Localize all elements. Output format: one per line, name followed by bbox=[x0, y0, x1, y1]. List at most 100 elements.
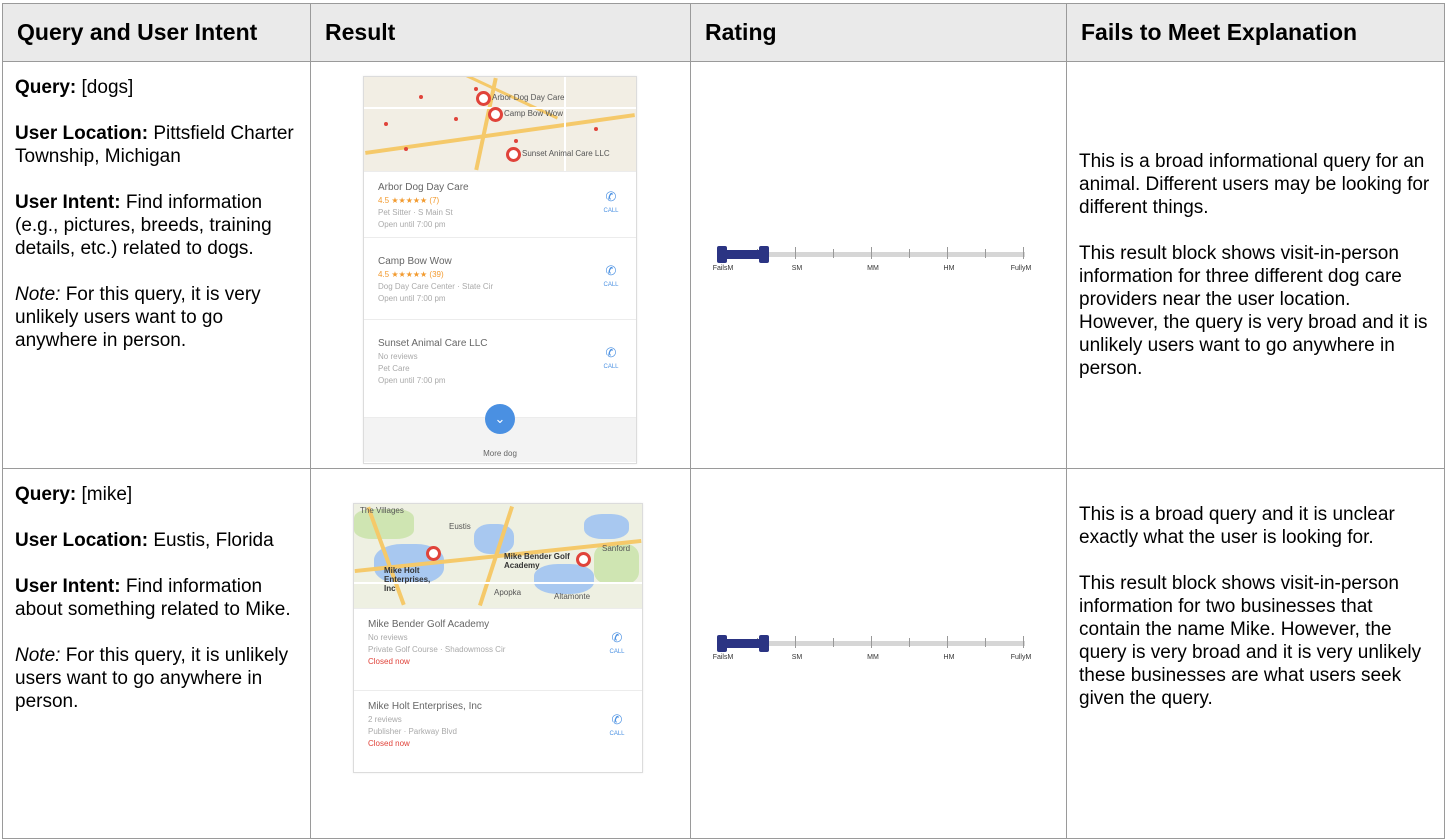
map-pin-icon bbox=[576, 552, 591, 567]
business-hours: Closed now bbox=[368, 657, 410, 666]
slider-handle-right bbox=[759, 635, 769, 652]
more-results-label[interactable]: More dog bbox=[364, 449, 636, 458]
rating-label: HM bbox=[943, 654, 955, 661]
business-name[interactable]: Arbor Dog Day Care bbox=[378, 182, 624, 193]
map-label: Sunset Animal Care LLC bbox=[522, 149, 610, 158]
business-name[interactable]: Mike Bender Golf Academy bbox=[368, 619, 630, 630]
rating-cell: FailsM SM MM HM FullyM bbox=[690, 468, 1067, 839]
call-button[interactable]: ✆ CALL bbox=[596, 263, 626, 289]
business-category: Pet Sitter · S Main St bbox=[378, 208, 453, 217]
call-label: CALL bbox=[609, 649, 625, 655]
business-rating: No reviews bbox=[378, 352, 418, 361]
table-row: Query: [dogs] User Location: Pittsfield … bbox=[2, 61, 1445, 469]
call-label: CALL bbox=[609, 731, 625, 737]
table-row: Query: [mike] User Location: Eustis, Flo… bbox=[2, 468, 1445, 839]
map-label: Eustis bbox=[449, 522, 471, 531]
business-name[interactable]: Sunset Animal Care LLC bbox=[378, 338, 624, 349]
business-category: Publisher · Parkway Blvd bbox=[368, 727, 457, 736]
rating-label: FullyM bbox=[1010, 265, 1032, 272]
explanation-cell: This is a broad query and it is unclear … bbox=[1066, 468, 1445, 839]
query-text: [dogs] bbox=[81, 77, 134, 98]
phone-icon: ✆ bbox=[605, 189, 617, 204]
list-item[interactable]: Mike Holt Enterprises, Inc 2 reviews Pub… bbox=[354, 690, 642, 772]
rating-label: MM bbox=[867, 265, 879, 272]
business-hours: Open until 7:00 pm bbox=[378, 220, 446, 229]
phone-icon: ✆ bbox=[611, 630, 623, 645]
location-text: Eustis, Florida bbox=[153, 530, 274, 551]
map-label: Camp Bow Wow bbox=[504, 109, 563, 118]
query-cell: Query: [mike] User Location: Eustis, Flo… bbox=[2, 468, 311, 839]
local-result-card: Arbor Dog Day Care Camp Bow Wow Sunset A… bbox=[363, 76, 637, 464]
map-pin-icon bbox=[476, 91, 491, 106]
map-label: Apopka bbox=[494, 588, 522, 597]
result-map: Arbor Dog Day Care Camp Bow Wow Sunset A… bbox=[364, 77, 636, 171]
result-cell: Arbor Dog Day Care Camp Bow Wow Sunset A… bbox=[310, 61, 691, 469]
explanation-text: This is a broad query and it is unclear … bbox=[1079, 504, 1395, 548]
call-label: CALL bbox=[603, 364, 619, 370]
slider-handle-right bbox=[759, 246, 769, 263]
call-button[interactable]: ✆ CALL bbox=[602, 630, 632, 656]
query-label: Query: bbox=[15, 77, 77, 98]
explanation-text: This is a broad informational query for … bbox=[1079, 151, 1430, 218]
rating-label: HM bbox=[943, 265, 955, 272]
note-label: Note: bbox=[15, 645, 61, 666]
slider-handle-left bbox=[717, 635, 727, 652]
business-rating: 4.5 ★★★★★ (7) bbox=[378, 196, 440, 205]
business-hours: Closed now bbox=[368, 739, 410, 748]
result-map: The Villages Eustis Mike Holt Enterprise… bbox=[354, 504, 642, 608]
phone-icon: ✆ bbox=[605, 263, 617, 278]
map-label: Altamonte bbox=[554, 592, 591, 601]
intent-label: User Intent: bbox=[15, 576, 121, 597]
map-label: Mike Bender Golf Academy bbox=[504, 552, 570, 570]
rating-label: FailsM bbox=[712, 265, 734, 272]
header-explanation: Fails to Meet Explanation bbox=[1066, 3, 1445, 62]
call-button[interactable]: ✆ CALL bbox=[602, 713, 632, 738]
location-label: User Location: bbox=[15, 123, 149, 144]
explanation-text: This result block shows visit-in-person … bbox=[1079, 573, 1422, 709]
chevron-down-icon[interactable]: ⌄ bbox=[485, 404, 515, 434]
business-name[interactable]: Mike Holt Enterprises, Inc bbox=[368, 701, 630, 712]
result-cell: The Villages Eustis Mike Holt Enterprise… bbox=[310, 468, 691, 839]
map-pin-icon bbox=[426, 546, 441, 561]
query-label: Query: bbox=[15, 484, 77, 505]
phone-icon: ✆ bbox=[605, 345, 617, 360]
query-text: [mike] bbox=[81, 484, 133, 505]
map-pin-icon bbox=[506, 147, 521, 162]
rating-cell: FailsM SM MM HM FullyM bbox=[690, 61, 1067, 469]
call-button[interactable]: ✆ CALL bbox=[596, 345, 626, 371]
business-hours: Open until 7:00 pm bbox=[378, 294, 446, 303]
header-result: Result bbox=[310, 3, 691, 62]
local-result-card: The Villages Eustis Mike Holt Enterprise… bbox=[353, 503, 643, 773]
business-rating: 4.5 ★★★★★ (39) bbox=[378, 270, 444, 279]
rating-label: SM bbox=[791, 265, 803, 272]
call-button[interactable]: ✆ CALL bbox=[596, 189, 626, 215]
header-rating: Rating bbox=[690, 3, 1067, 62]
list-item[interactable]: Camp Bow Wow 4.5 ★★★★★ (39) Dog Day Care… bbox=[364, 237, 636, 319]
map-label: Mike Holt Enterprises, Inc bbox=[384, 566, 431, 593]
map-pin-icon bbox=[488, 107, 503, 122]
map-label: Arbor Dog Day Care bbox=[492, 93, 565, 102]
explanation-cell: This is a broad informational query for … bbox=[1066, 61, 1445, 469]
rating-slider: FailsM SM MM HM FullyM bbox=[713, 627, 1045, 667]
header-row: Query and User Intent Result Rating Fail… bbox=[2, 3, 1445, 62]
slider-handle-left bbox=[717, 246, 727, 263]
list-item[interactable]: Sunset Animal Care LLC No reviews Pet Ca… bbox=[364, 319, 636, 417]
rating-label: SM bbox=[791, 654, 803, 661]
call-label: CALL bbox=[603, 208, 619, 214]
rating-label: FullyM bbox=[1010, 654, 1032, 661]
explanation-text: This result block shows visit-in-person … bbox=[1079, 243, 1428, 379]
location-label: User Location: bbox=[15, 530, 149, 551]
business-rating: No reviews bbox=[368, 633, 408, 642]
map-label: The Villages bbox=[360, 506, 404, 515]
list-item[interactable]: Mike Bender Golf Academy No reviews Priv… bbox=[354, 608, 642, 690]
more-results-bar[interactable]: ⌄ More dog bbox=[364, 404, 636, 462]
call-label: CALL bbox=[603, 282, 619, 288]
note-label: Note: bbox=[15, 284, 61, 305]
query-cell: Query: [dogs] User Location: Pittsfield … bbox=[2, 61, 311, 469]
rating-label: MM bbox=[867, 654, 879, 661]
business-name[interactable]: Camp Bow Wow bbox=[378, 256, 624, 267]
list-item[interactable]: Arbor Dog Day Care 4.5 ★★★★★ (7) Pet Sit… bbox=[364, 171, 636, 237]
business-category: Private Golf Course · Shadowmoss Cir bbox=[368, 645, 506, 654]
business-category: Dog Day Care Center · State Cir bbox=[378, 282, 494, 291]
rating-slider: FailsM SM MM HM FullyM bbox=[712, 238, 1045, 278]
